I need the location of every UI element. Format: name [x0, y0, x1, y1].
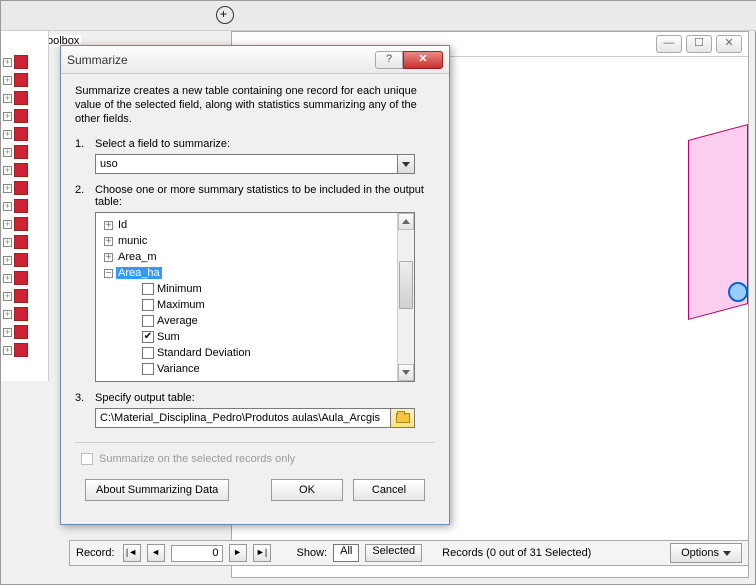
folder-icon [396, 413, 410, 423]
minimize-button[interactable]: — [656, 35, 682, 53]
help-button[interactable]: ? [375, 51, 403, 69]
combo-dropdown-button[interactable] [397, 154, 415, 174]
dialog-title: Summarize [67, 53, 375, 67]
summarize-dialog: Summarize ? ✕ Summarize creates a new ta… [60, 45, 450, 525]
prev-record-button[interactable]: ◄ [147, 544, 165, 562]
chevron-down-icon [723, 551, 731, 556]
options-label: Options [681, 547, 719, 559]
options-button[interactable]: Options [670, 543, 742, 563]
last-record-button[interactable]: ►| [253, 544, 271, 562]
tree-field-area-m[interactable]: +Area_m [100, 249, 393, 265]
toolbox-item[interactable]: + [3, 269, 46, 287]
close-button[interactable]: ✕ [403, 51, 443, 69]
step3-number: 3. [75, 392, 89, 404]
checkbox-checked[interactable] [142, 331, 154, 343]
checkbox[interactable] [142, 299, 154, 311]
collapse-icon[interactable]: − [104, 269, 113, 278]
arctoolbox-tree: + + + + + + + + + + + + + + + + + [1, 31, 49, 381]
scroll-up-button[interactable] [398, 213, 414, 230]
toolbox-item[interactable]: + [3, 323, 46, 341]
checkbox[interactable] [142, 363, 154, 375]
zoom-in-icon[interactable] [216, 6, 234, 24]
output-path-input[interactable] [95, 408, 391, 428]
record-number-input[interactable] [171, 545, 223, 562]
expand-icon[interactable]: + [104, 237, 113, 246]
toolbox-item[interactable]: + [3, 179, 46, 197]
show-all-button[interactable]: All [333, 544, 359, 562]
chevron-down-icon [402, 370, 410, 375]
maximize-button[interactable]: ☐ [686, 35, 712, 53]
about-summarizing-button[interactable]: About Summarizing Data [85, 479, 229, 501]
next-record-button[interactable]: ► [229, 544, 247, 562]
toolbox-item[interactable]: + [3, 125, 46, 143]
tree-scrollbar[interactable] [397, 213, 414, 381]
stat-average[interactable]: Average [100, 313, 393, 329]
checkbox-disabled [81, 453, 93, 465]
scroll-down-button[interactable] [398, 364, 414, 381]
toolbox-item[interactable]: + [3, 305, 46, 323]
toolbox-item[interactable]: + [3, 197, 46, 215]
toolbox-item[interactable]: + [3, 107, 46, 125]
stat-minimum[interactable]: Minimum [100, 281, 393, 297]
toolbox-item[interactable]: + [3, 233, 46, 251]
dialog-titlebar[interactable]: Summarize ? ✕ [61, 46, 449, 74]
tree-field-area-ha[interactable]: −Area_ha [100, 265, 393, 281]
show-selected-button[interactable]: Selected [365, 544, 422, 562]
step3-label: Specify output table: [95, 392, 435, 404]
toolbox-item[interactable]: + [3, 341, 46, 359]
ok-button[interactable]: OK [271, 479, 343, 501]
record-navigation-bar: Record: |◄ ◄ ► ►| Show: All Selected Rec… [69, 540, 749, 566]
toolbox-item[interactable]: + [3, 287, 46, 305]
tree-field-id[interactable]: +Id [100, 217, 393, 233]
first-record-button[interactable]: |◄ [123, 544, 141, 562]
step1-label: Select a field to summarize: [95, 138, 435, 150]
expand-icon[interactable]: + [104, 221, 113, 230]
stat-variance[interactable]: Variance [100, 361, 393, 377]
toolbox-item[interactable]: + [3, 215, 46, 233]
toolbox-item[interactable]: + [3, 143, 46, 161]
map-marker [728, 282, 748, 302]
separator [75, 442, 435, 443]
step2-number: 2. [75, 184, 89, 208]
checkbox[interactable] [142, 315, 154, 327]
stat-stddev[interactable]: Standard Deviation [100, 345, 393, 361]
checkbox[interactable] [142, 347, 154, 359]
summarize-field-input[interactable] [95, 154, 397, 174]
tree-field-munic[interactable]: +munic [100, 233, 393, 249]
summarize-selected-only-row: Summarize on the selected records only [81, 453, 435, 465]
scroll-thumb[interactable] [399, 261, 413, 309]
summarize-field-combo[interactable] [95, 154, 415, 174]
step2-label: Choose one or more summary statistics to… [95, 184, 435, 208]
cancel-button[interactable]: Cancel [353, 479, 425, 501]
stat-maximum[interactable]: Maximum [100, 297, 393, 313]
step1-number: 1. [75, 138, 89, 150]
stat-sum[interactable]: Sum [100, 329, 393, 345]
summarize-selected-only-label: Summarize on the selected records only [99, 453, 295, 465]
chevron-up-icon [402, 219, 410, 224]
chevron-down-icon [402, 162, 410, 167]
records-count-text: Records (0 out of 31 Selected) [442, 547, 591, 559]
toolbox-item[interactable]: + [3, 89, 46, 107]
checkbox[interactable] [142, 283, 154, 295]
show-label: Show: [297, 547, 328, 559]
toolbox-item[interactable]: + [3, 161, 46, 179]
browse-button[interactable] [391, 408, 415, 428]
main-toolbar [1, 1, 756, 31]
toolbox-item[interactable]: + [3, 53, 46, 71]
close-button[interactable]: ✕ [716, 35, 742, 53]
toolbox-item[interactable]: + [3, 251, 46, 269]
statistics-tree: +Id +munic +Area_m −Area_ha Minimum Maxi… [95, 212, 415, 382]
dialog-intro-text: Summarize creates a new table containing… [75, 84, 435, 126]
expand-icon[interactable]: + [104, 253, 113, 262]
toolbox-item[interactable]: + [3, 71, 46, 89]
record-label: Record: [76, 547, 115, 559]
